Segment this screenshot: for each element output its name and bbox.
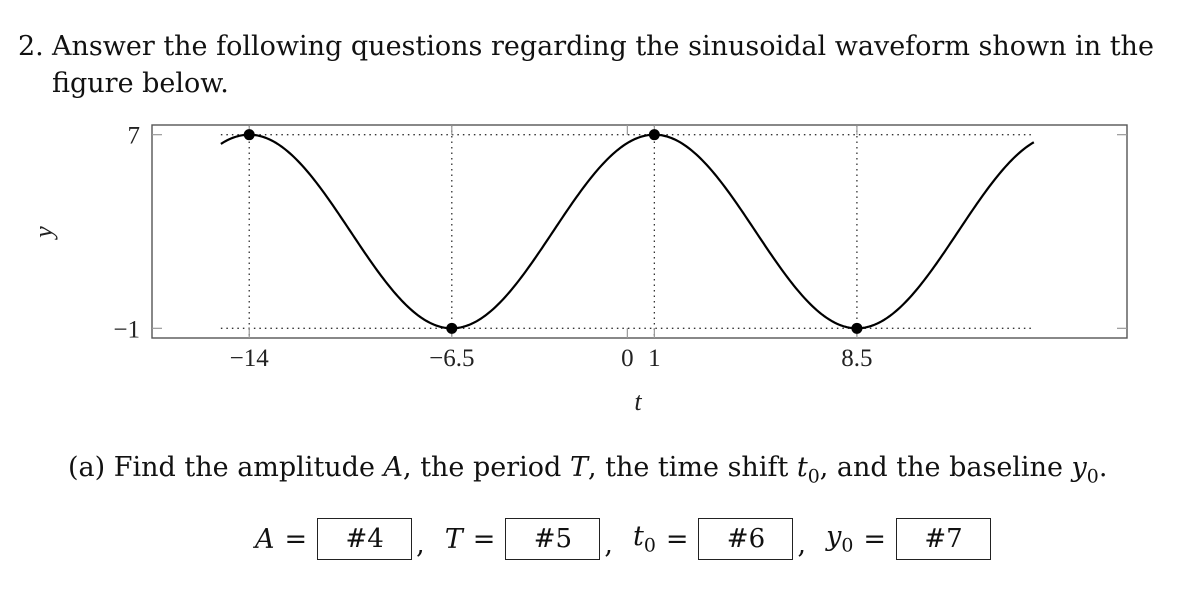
- x-tick-label: 0: [621, 345, 634, 372]
- var-sub: 0: [643, 534, 656, 557]
- answer-var: t0: [633, 521, 656, 556]
- answer-t0: t0 = #6 ,: [633, 518, 826, 560]
- answer-box-t0[interactable]: #6: [698, 518, 794, 560]
- var-sub: 0: [807, 465, 820, 488]
- question-label: (a): [68, 452, 106, 483]
- var-sub: 0: [841, 534, 854, 557]
- y-tick-labels: 7 −1: [113, 123, 140, 344]
- question-text-part: , the time shift: [587, 452, 797, 483]
- var-sub: 0: [1086, 465, 1099, 488]
- comma: ,: [416, 529, 425, 560]
- x-axis-label: t: [634, 387, 642, 416]
- question-a: (a) Find the amplitude A, the period T, …: [68, 452, 1107, 487]
- var-base: y: [826, 521, 842, 553]
- answer-A: A = #4 ,: [255, 518, 445, 560]
- marked-point: [648, 129, 660, 141]
- var-A: A: [383, 452, 404, 483]
- marked-point: [446, 322, 458, 334]
- question-text-part: , and the baseline: [819, 452, 1072, 483]
- var-y0: y0: [1071, 452, 1099, 487]
- answer-T: T = #5 ,: [445, 518, 633, 560]
- answer-box-A[interactable]: #4: [317, 518, 413, 560]
- marked-point: [851, 322, 863, 334]
- answer-var: y0: [826, 521, 853, 556]
- var-t0: t0: [796, 452, 820, 487]
- question-text: Find the amplitude A, the period T, the …: [113, 452, 1108, 487]
- sinusoid-curve: [220, 133, 1035, 330]
- x-tick-label: 1: [648, 345, 661, 372]
- x-tick-labels: −14 −6.5 0 1 8.5: [230, 345, 873, 372]
- x-tick-label: 8.5: [841, 345, 872, 372]
- answer-box-T[interactable]: #5: [505, 518, 601, 560]
- answer-y0: y0 = #7: [826, 518, 991, 560]
- var-base: t: [632, 521, 644, 553]
- var-T: T: [569, 452, 588, 483]
- x-tick-label: −14: [230, 345, 270, 372]
- equals-sign: =: [284, 523, 308, 555]
- marked-point: [243, 129, 255, 141]
- y-tick-label: −1: [113, 316, 140, 343]
- comma: ,: [604, 529, 613, 560]
- guide-lines: [220, 125, 1034, 338]
- x-tick-label: −6.5: [429, 345, 474, 372]
- comma: ,: [797, 529, 807, 560]
- var-base: t: [796, 452, 808, 483]
- answer-var: A: [255, 523, 275, 555]
- equals-sign: =: [665, 523, 689, 555]
- y-axis-label: y: [29, 226, 58, 241]
- var-base: y: [1071, 452, 1087, 483]
- equals-sign: =: [472, 523, 496, 555]
- answer-box-y0[interactable]: #7: [895, 518, 991, 560]
- sinusoid-chart: −14 −6.5 0 1 8.5 7 −1 t y: [29, 123, 1128, 416]
- axis-ticks: [152, 125, 1127, 338]
- equals-sign: =: [863, 523, 886, 555]
- y-tick-label: 7: [128, 123, 141, 150]
- answer-row: A = #4 , T = #5 , t0 = #6 , y0 = #7: [255, 518, 991, 560]
- plot-frame: [151, 124, 1128, 339]
- answer-var: T: [444, 523, 463, 555]
- question-text-part: , the period: [403, 452, 570, 483]
- question-text-part: .: [1098, 452, 1108, 483]
- question-text-part: Find the amplitude: [113, 452, 384, 483]
